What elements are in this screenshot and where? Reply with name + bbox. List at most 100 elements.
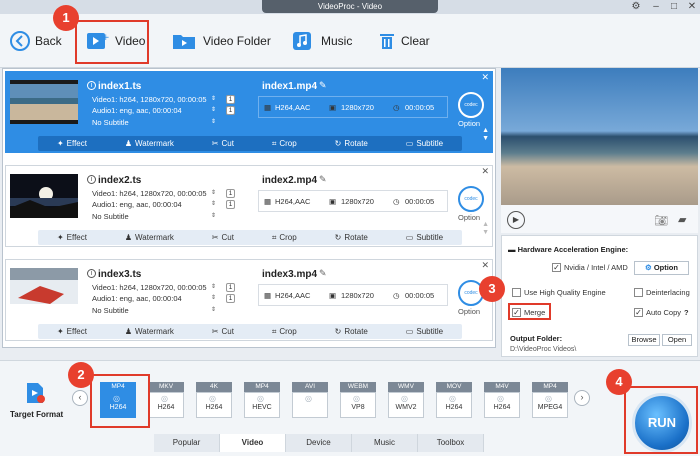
remove-file-icon[interactable]: ✕ — [481, 260, 489, 271]
cut-button[interactable]: ✂ Cut — [212, 233, 234, 242]
format-item-4k[interactable]: 4K ◎ H264 — [196, 382, 232, 422]
edit-actions-bar: ✦ Effect ♟ Watermark ✂ Cut ⌗ Crop ↻ Rotate ▭ S… — [38, 324, 462, 339]
video-track-stepper[interactable]: ⇕ — [211, 189, 216, 196]
watermark-button[interactable]: ♟ Watermark — [125, 327, 174, 336]
rotate-button[interactable]: ↻ Rotate — [335, 327, 368, 336]
audio-track-info: Audio1: eng, aac, 00:00:04 — [92, 106, 182, 115]
clear-button[interactable]: Clear — [378, 14, 430, 68]
crop-button[interactable]: ⌗ Crop — [272, 139, 297, 149]
audio-track-stepper[interactable]: ⇕ — [211, 294, 216, 301]
auto-copy-checkbox[interactable]: ✓ Auto Copy? — [634, 308, 689, 317]
file-card-2[interactable]: i index2.ts Video1: h264, 1280x720, 00:0… — [5, 165, 493, 247]
play-icon[interactable]: ▶ — [507, 211, 525, 229]
help-icon[interactable]: ? — [684, 308, 689, 317]
format-item-mkv[interactable]: MKV ◎ H264 — [148, 382, 184, 422]
effect-button[interactable]: ✦ Effect — [57, 233, 87, 242]
add-video-folder-button[interactable]: Video Folder — [172, 14, 271, 68]
watermark-button[interactable]: ♟ Watermark — [125, 233, 174, 242]
tab-popular[interactable]: Popular — [154, 434, 220, 452]
info-icon[interactable]: i — [87, 81, 96, 90]
cut-button[interactable]: ✂ Cut — [212, 327, 234, 336]
remove-file-icon[interactable]: ✕ — [481, 166, 489, 177]
codec-option-icon[interactable]: codec — [458, 92, 484, 118]
audio-track-stepper[interactable]: ⇕ — [211, 200, 216, 207]
settings-gear-icon[interactable]: ⚙ — [630, 1, 642, 13]
browse-button[interactable]: Browse — [628, 334, 660, 346]
format-prev-arrow-icon[interactable]: ‹ — [72, 390, 88, 406]
subtitle-stepper[interactable]: ⇕ — [211, 306, 216, 313]
maximize-icon[interactable]: □ — [668, 1, 680, 13]
nvidia-check-icon: ✓ — [552, 263, 561, 272]
subtitle-button[interactable]: ▭ Subtitle — [406, 327, 443, 336]
edit-pencil-icon[interactable]: ✎ — [319, 174, 327, 185]
move-up-down-icon[interactable]: ▲ ▼ — [482, 127, 489, 143]
crop-button[interactable]: ⌗ Crop — [272, 327, 297, 337]
effect-button[interactable]: ✦ Effect — [57, 327, 87, 336]
tab-video[interactable]: Video — [220, 434, 286, 452]
high-quality-checkbox[interactable]: Use High Quality Engine — [512, 288, 606, 297]
option-label[interactable]: Option — [458, 307, 480, 316]
format-item-mov[interactable]: MOV ◎ H264 — [436, 382, 472, 422]
format-item-avi[interactable]: AVI ◎ — [292, 382, 328, 422]
move-up-down-icon[interactable]: ▲ ▼ — [482, 221, 489, 237]
rotate-button[interactable]: ↻ Rotate — [335, 139, 368, 148]
format-type: M4V — [484, 382, 520, 392]
output-filename[interactable]: index3.mp4 — [262, 269, 317, 280]
subtitle-button[interactable]: ▭ Subtitle — [406, 233, 443, 242]
edit-pencil-icon[interactable]: ✎ — [319, 268, 327, 279]
rotate-button[interactable]: ↻ Rotate — [335, 233, 368, 242]
format-file-icon: ◎ — [401, 394, 408, 403]
format-next-arrow-icon[interactable]: › — [574, 390, 590, 406]
hw-option-button[interactable]: ⚙ Option — [634, 261, 689, 275]
option-label[interactable]: Option — [458, 213, 480, 222]
remove-file-icon[interactable]: ✕ — [481, 72, 489, 83]
video-preview[interactable] — [501, 68, 698, 205]
format-item-mp4-hevc[interactable]: MP4 ◎ HEVC — [244, 382, 280, 422]
format-item-wmv[interactable]: WMV ◎ WMV2 — [388, 382, 424, 422]
tab-music[interactable]: Music — [352, 434, 418, 452]
subtitle-stepper[interactable]: ⇕ — [211, 118, 216, 125]
gear-icon: ⚙ — [645, 263, 654, 272]
deinterlacing-checkbox[interactable]: Deinterlacing — [634, 288, 690, 297]
video-thumbnail — [10, 174, 78, 218]
watermark-button[interactable]: ♟ Watermark — [125, 139, 174, 148]
file-list: i index1.ts Video1: h264, 1280x720, 00:0… — [2, 68, 496, 348]
open-folder-icon[interactable]: ▰ — [678, 213, 686, 226]
rotate-label: Rotate — [344, 139, 368, 148]
subtitle-info: No Subtitle — [92, 212, 129, 221]
add-music-button[interactable]: Music — [292, 14, 352, 68]
subtitle-button[interactable]: ▭ Subtitle — [406, 139, 443, 148]
video-track-count: 1 — [226, 189, 235, 198]
watermark-label: Watermark — [135, 233, 174, 242]
snapshot-camera-icon[interactable]: 📷︎ — [654, 214, 668, 227]
codec-option-icon[interactable]: codec — [458, 186, 484, 212]
tab-toolbox[interactable]: Toolbox — [418, 434, 484, 452]
crop-button[interactable]: ⌗ Crop — [272, 233, 297, 243]
file-card-1[interactable]: i index1.ts Video1: h264, 1280x720, 00:0… — [5, 71, 493, 153]
info-icon[interactable]: i — [87, 175, 96, 184]
gpu-icon: ▬ — [508, 245, 518, 254]
nvidia-checkbox[interactable]: ✓ Nvidia / Intel / AMD — [552, 263, 628, 272]
audio-track-stepper[interactable]: ⇕ — [211, 106, 216, 113]
info-icon[interactable]: i — [87, 269, 96, 278]
file-card-3[interactable]: i index3.ts Video1: h264, 1280x720, 00:0… — [5, 259, 493, 341]
format-codec: VP8 — [351, 404, 365, 411]
edit-pencil-icon[interactable]: ✎ — [319, 80, 327, 91]
effect-button[interactable]: ✦ Effect — [57, 139, 87, 148]
open-button[interactable]: Open — [662, 334, 692, 346]
cut-button[interactable]: ✂ Cut — [212, 139, 234, 148]
subtitle-stepper[interactable]: ⇕ — [211, 212, 216, 219]
video-track-stepper[interactable]: ⇕ — [211, 95, 216, 102]
close-window-icon[interactable]: ✕ — [686, 1, 698, 13]
format-item-mp4-mpeg4[interactable]: MP4 ◎ MPEG4 — [532, 382, 568, 422]
option-label[interactable]: Option — [458, 119, 480, 128]
format-item-m4v[interactable]: M4V ◎ H264 — [484, 382, 520, 422]
video-track-stepper[interactable]: ⇕ — [211, 283, 216, 290]
output-filename[interactable]: index2.mp4 — [262, 175, 317, 186]
minimize-icon[interactable]: – — [650, 1, 662, 13]
audio-track-count: 1 — [226, 106, 235, 115]
format-item-webm[interactable]: WEBM ◎ VP8 — [340, 382, 376, 422]
subtitle-label: Subtitle — [416, 233, 444, 242]
tab-device[interactable]: Device — [286, 434, 352, 452]
output-filename[interactable]: index1.mp4 — [262, 81, 317, 92]
